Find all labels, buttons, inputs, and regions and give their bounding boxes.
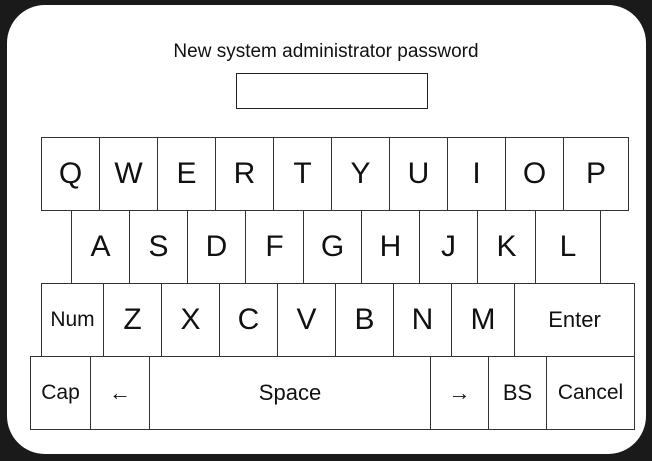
backspace-key[interactable]: BS (488, 356, 547, 430)
key-n[interactable]: N (393, 283, 452, 357)
key-a[interactable]: A (71, 210, 130, 284)
key-q[interactable]: Q (41, 137, 100, 211)
key-i[interactable]: I (447, 137, 506, 211)
enter-key[interactable]: Enter (514, 283, 635, 357)
key-v[interactable]: V (277, 283, 336, 357)
right-arrow-key[interactable]: → (430, 356, 489, 430)
left-arrow-key[interactable]: ← (90, 356, 150, 430)
key-t[interactable]: T (273, 137, 332, 211)
key-w[interactable]: W (99, 137, 158, 211)
key-r[interactable]: R (215, 137, 274, 211)
key-g[interactable]: G (303, 210, 362, 284)
key-e[interactable]: E (157, 137, 216, 211)
prompt-title: New system administrator password (173, 41, 479, 62)
key-k[interactable]: K (477, 210, 536, 284)
num-key[interactable]: Num (41, 283, 104, 357)
key-s[interactable]: S (129, 210, 188, 284)
key-b[interactable]: B (335, 283, 394, 357)
key-o[interactable]: O (505, 137, 564, 211)
key-c[interactable]: C (219, 283, 278, 357)
space-key[interactable]: Space (149, 356, 431, 430)
key-l[interactable]: L (535, 210, 601, 284)
key-d[interactable]: D (187, 210, 246, 284)
key-y[interactable]: Y (331, 137, 390, 211)
password-field[interactable] (236, 73, 428, 109)
key-u[interactable]: U (389, 137, 448, 211)
key-f[interactable]: F (245, 210, 304, 284)
cancel-key[interactable]: Cancel (546, 356, 635, 430)
key-h[interactable]: H (361, 210, 420, 284)
key-m[interactable]: M (451, 283, 515, 357)
caps-key[interactable]: Cap (30, 356, 91, 430)
key-j[interactable]: J (419, 210, 478, 284)
key-p[interactable]: P (563, 137, 629, 211)
key-x[interactable]: X (161, 283, 220, 357)
key-z[interactable]: Z (103, 283, 162, 357)
